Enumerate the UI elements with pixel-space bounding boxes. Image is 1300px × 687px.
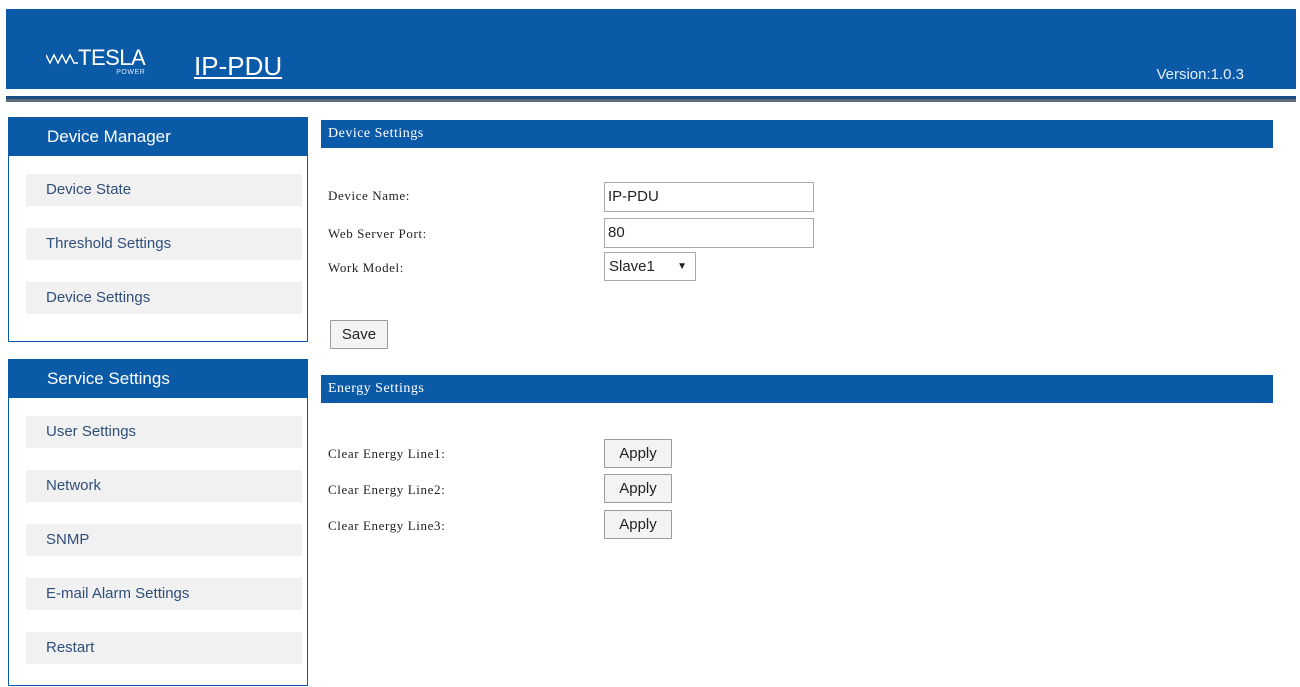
work-model-value: Slave1 bbox=[609, 258, 655, 275]
clear-energy-line3-label: Clear Energy Line3: bbox=[328, 518, 446, 533]
sidebar-item-threshold-settings[interactable]: Threshold Settings bbox=[26, 228, 302, 260]
header-divider-shadow bbox=[6, 99, 1296, 102]
apply-line1-button[interactable]: Apply bbox=[604, 439, 672, 468]
save-button[interactable]: Save bbox=[330, 320, 388, 349]
web-server-port-label: Web Server Port: bbox=[328, 226, 427, 241]
sidebar-item-user-settings[interactable]: User Settings bbox=[26, 416, 302, 448]
brand-logo: TESLA POWER bbox=[46, 45, 146, 77]
product-title[interactable]: IP-PDU bbox=[194, 53, 282, 79]
work-model-select[interactable]: Slave1 ▼ bbox=[604, 252, 696, 281]
apply-line3-button[interactable]: Apply bbox=[604, 510, 672, 539]
energy-settings-header: Energy Settings bbox=[321, 375, 1273, 403]
device-settings-header: Device Settings bbox=[321, 120, 1273, 148]
sidebar-item-device-settings[interactable]: Device Settings bbox=[26, 282, 302, 314]
service-settings-title: Service Settings bbox=[9, 360, 307, 398]
dropdown-arrow-icon: ▼ bbox=[677, 261, 687, 272]
brand-logo-subtext: POWER bbox=[116, 69, 146, 76]
device-manager-title: Device Manager bbox=[9, 118, 307, 156]
work-model-label: Work Model: bbox=[328, 260, 404, 275]
device-name-input[interactable]: IP-PDU bbox=[604, 182, 814, 212]
app-header: TESLA POWER IP-PDU Version:1.0.3 bbox=[6, 9, 1296, 89]
service-settings-panel: Service Settings User Settings Network S… bbox=[8, 359, 308, 686]
web-server-port-input[interactable]: 80 bbox=[604, 218, 814, 248]
device-manager-panel: Device Manager Device State Threshold Se… bbox=[8, 117, 308, 342]
wave-logo-icon bbox=[46, 53, 78, 65]
device-name-label: Device Name: bbox=[328, 188, 410, 203]
apply-line2-button[interactable]: Apply bbox=[604, 474, 672, 503]
brand-logo-text: TESLA POWER bbox=[78, 45, 146, 77]
clear-energy-line1-label: Clear Energy Line1: bbox=[328, 446, 446, 461]
clear-energy-line2-label: Clear Energy Line2: bbox=[328, 482, 446, 497]
sidebar-item-snmp[interactable]: SNMP bbox=[26, 524, 302, 556]
sidebar-item-restart[interactable]: Restart bbox=[26, 632, 302, 664]
sidebar-item-email-alarm-settings[interactable]: E-mail Alarm Settings bbox=[26, 578, 302, 610]
sidebar-item-network[interactable]: Network bbox=[26, 470, 302, 502]
sidebar-item-device-state[interactable]: Device State bbox=[26, 174, 302, 206]
version-label: Version:1.0.3 bbox=[1156, 66, 1244, 83]
